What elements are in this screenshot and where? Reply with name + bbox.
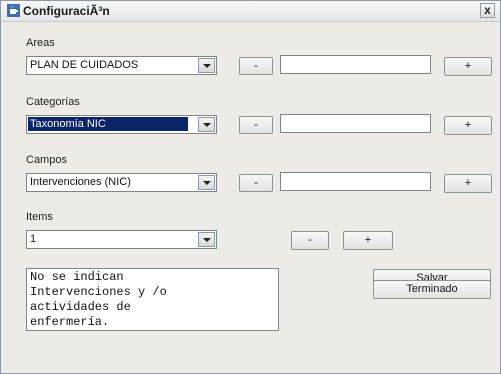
campos-label: Campos xyxy=(26,154,67,166)
java-cup-icon xyxy=(7,4,20,17)
items-select[interactable]: 1 xyxy=(26,230,217,249)
campos-new-input[interactable] xyxy=(280,172,431,191)
areas-select[interactable]: PLAN DE CUIDADOS xyxy=(26,56,217,75)
close-icon: x xyxy=(484,3,491,17)
items-add-button[interactable]: + xyxy=(343,231,393,250)
chevron-down-icon[interactable] xyxy=(198,58,215,73)
configuration-dialog: ConfiguraciÃ³n x Areas PLAN DE CUIDADOS … xyxy=(0,0,501,374)
categorias-new-input[interactable] xyxy=(280,114,431,133)
chevron-down-icon[interactable] xyxy=(198,117,215,132)
items-select-value: 1 xyxy=(30,233,37,245)
areas-new-input[interactable] xyxy=(280,55,431,74)
campos-add-button[interactable]: + xyxy=(444,174,492,193)
areas-label: Areas xyxy=(26,37,55,49)
areas-select-value: PLAN DE CUIDADOS xyxy=(30,59,139,71)
chevron-down-icon[interactable] xyxy=(198,175,215,190)
done-button[interactable]: Terminado xyxy=(373,280,491,299)
window-title: ConfiguraciÃ³n xyxy=(23,4,110,18)
chevron-down-icon[interactable] xyxy=(198,232,215,247)
campos-remove-button[interactable]: - xyxy=(239,174,273,192)
title-bar[interactable]: ConfiguraciÃ³n x xyxy=(1,1,500,22)
campos-select[interactable]: Intervenciones (NIC) xyxy=(26,173,217,192)
campos-select-value: Intervenciones (NIC) xyxy=(30,176,131,188)
categorias-select-value: Taxonomía NIC xyxy=(28,117,188,131)
areas-add-button[interactable]: + xyxy=(444,57,492,76)
close-button[interactable]: x xyxy=(480,3,495,18)
items-remove-button[interactable]: - xyxy=(291,231,329,250)
message-text-area[interactable]: No se indican Intervenciones y /o activi… xyxy=(26,268,279,331)
categorias-select[interactable]: Taxonomía NIC xyxy=(26,115,217,134)
areas-remove-button[interactable]: - xyxy=(239,57,273,75)
items-label: Items xyxy=(26,211,53,223)
categorias-remove-button[interactable]: - xyxy=(239,116,273,134)
categorias-label: Categorías xyxy=(26,96,80,108)
categorias-add-button[interactable]: + xyxy=(444,116,492,135)
